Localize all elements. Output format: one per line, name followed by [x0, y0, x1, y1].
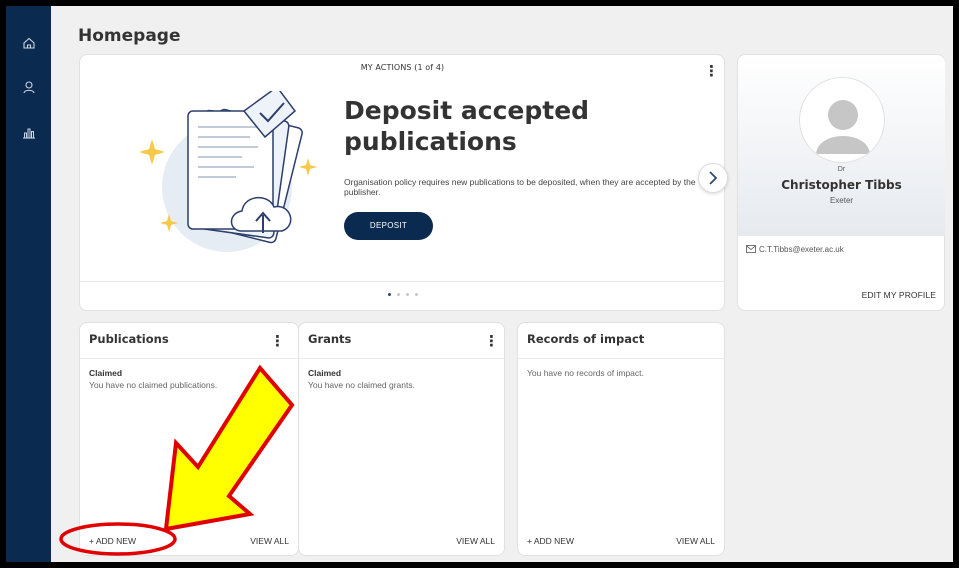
records-of-impact-card: Records of impact You have no records of… — [517, 322, 725, 556]
chevron-right-icon — [709, 171, 718, 185]
profile-email-row: C.T.Tibbs@exeter.ac.uk — [746, 245, 844, 254]
impact-view-all-link[interactable]: VIEW ALL — [676, 536, 715, 546]
user-icon — [23, 81, 35, 94]
card-divider — [299, 358, 504, 359]
action-headline: Deposit accepted publications — [344, 96, 590, 156]
app-window: Homepage MY ACTIONS (1 of 4) ⋮ Deposit a… — [6, 6, 953, 562]
deposit-illustration — [139, 91, 317, 252]
actions-label: MY ACTIONS (1 of 4) — [360, 63, 445, 72]
impact-add-new-button[interactable]: + ADD NEW — [527, 536, 574, 546]
page-title: Homepage — [78, 26, 181, 46]
my-actions-card: MY ACTIONS (1 of 4) ⋮ Deposit accepted p… — [79, 54, 728, 311]
bar-chart-icon — [23, 128, 35, 139]
avatar-placeholder-icon — [816, 100, 870, 154]
sidebar-item-reports[interactable] — [21, 124, 37, 140]
profile-email[interactable]: C.T.Tibbs@exeter.ac.uk — [759, 245, 844, 254]
publications-add-new-button[interactable]: + ADD NEW — [89, 536, 136, 546]
publications-view-all-link[interactable]: VIEW ALL — [250, 536, 289, 546]
publications-menu-kebab-icon[interactable]: ⋮ — [270, 332, 285, 350]
carousel-next-button[interactable] — [698, 163, 728, 193]
carousel-dot[interactable] — [405, 293, 409, 296]
grants-empty-text: You have no claimed grants. — [308, 380, 415, 390]
card-divider — [518, 358, 724, 359]
profile-name: Christopher Tibbs — [781, 178, 902, 192]
action-description: Organisation policy requires new publica… — [344, 177, 696, 197]
sidebar-item-profile[interactable] — [21, 79, 37, 95]
grants-view-all-link[interactable]: VIEW ALL — [456, 536, 495, 546]
deposit-button[interactable]: DEPOSIT — [344, 212, 433, 240]
profile-honorific: Dr — [837, 166, 846, 173]
actions-menu-kebab-icon[interactable]: ⋮ — [704, 62, 719, 80]
edit-profile-link[interactable]: EDIT MY PROFILE — [862, 290, 936, 300]
grants-menu-kebab-icon[interactable]: ⋮ — [484, 332, 499, 350]
carousel-dot[interactable] — [396, 293, 400, 296]
impact-card-title: Records of impact — [527, 332, 645, 346]
publications-card: Publications ⋮ Claimed You have no claim… — [79, 322, 299, 556]
sidebar-item-home[interactable] — [21, 35, 37, 51]
card-divider — [80, 281, 725, 282]
grants-claimed-label: Claimed — [308, 368, 342, 378]
mail-icon — [746, 245, 756, 253]
card-divider — [80, 358, 298, 359]
grants-card: Grants ⋮ Claimed You have no claimed gra… — [298, 322, 505, 556]
home-icon — [23, 37, 35, 49]
carousel-dots — [80, 293, 725, 296]
impact-empty-text: You have no records of impact. — [527, 368, 644, 378]
publications-claimed-label: Claimed — [89, 368, 123, 378]
avatar[interactable] — [799, 77, 885, 163]
publications-card-title: Publications — [89, 332, 169, 346]
carousel-dot[interactable] — [387, 293, 391, 296]
grants-card-title: Grants — [308, 332, 352, 346]
profile-organisation: Exeter — [829, 196, 854, 205]
publications-empty-text: You have no claimed publications. — [89, 380, 218, 390]
carousel-dot[interactable] — [414, 293, 418, 296]
profile-card: Dr Christopher Tibbs Exeter C.T.Tibbs@ex… — [737, 54, 945, 311]
sidebar — [6, 6, 51, 562]
